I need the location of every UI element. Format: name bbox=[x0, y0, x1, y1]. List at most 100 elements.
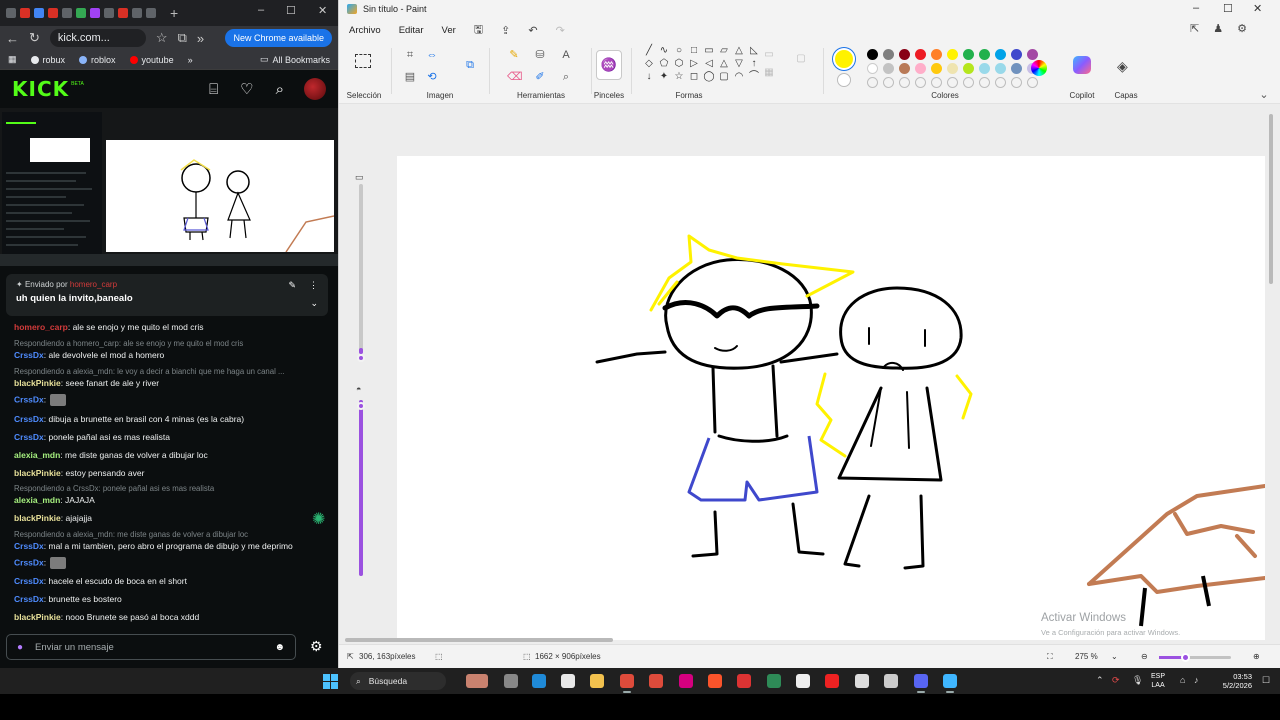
chat-username[interactable]: alexia_mdn bbox=[14, 450, 60, 460]
edge-icon[interactable] bbox=[532, 674, 546, 688]
menu-ver[interactable]: Ver bbox=[442, 25, 456, 36]
color-swatch[interactable] bbox=[915, 49, 926, 60]
crop-icon[interactable]: ⌗ bbox=[403, 48, 417, 62]
reply-context[interactable]: Respondiendo a alexia_mdn: le voy a deci… bbox=[14, 367, 284, 376]
tab-favicon[interactable] bbox=[132, 8, 142, 18]
shape-tool-icon[interactable]: ◠ bbox=[733, 72, 745, 82]
capcut-icon[interactable] bbox=[796, 674, 810, 688]
shape-tool-icon[interactable]: ✦ bbox=[658, 72, 670, 82]
color-swatch[interactable] bbox=[915, 63, 926, 74]
video-controls[interactable] bbox=[0, 254, 338, 266]
extensions-icon[interactable]: ⧉ bbox=[178, 30, 187, 46]
new-tab-icon[interactable]: + bbox=[170, 5, 178, 21]
undo-icon[interactable]: ↶ bbox=[528, 24, 537, 37]
reply-context[interactable]: Respondiendo a alexia_mdn: me diste gana… bbox=[14, 530, 248, 539]
zoom-in-icon[interactable]: ⊕ bbox=[1253, 652, 1260, 661]
tray-overflow-icon[interactable]: ⌃ bbox=[1096, 675, 1104, 686]
chrome-icon[interactable] bbox=[649, 674, 663, 688]
heart-icon[interactable]: ♡ bbox=[240, 80, 253, 98]
pencil-icon[interactable]: ✎ bbox=[507, 48, 521, 62]
minimize-icon[interactable]: – bbox=[1193, 2, 1199, 14]
address-bar[interactable]: kick.com... bbox=[49, 29, 146, 47]
chat-username[interactable]: homero_carp bbox=[14, 322, 68, 332]
color-swatch[interactable] bbox=[963, 63, 974, 74]
image-tools-icon[interactable]: ⧉ bbox=[463, 58, 477, 72]
chat-username[interactable]: CrssDx bbox=[14, 350, 44, 360]
mic-icon[interactable]: ● bbox=[17, 642, 23, 653]
tab-favicon[interactable] bbox=[76, 8, 86, 18]
custom-color-slot[interactable] bbox=[1027, 77, 1038, 88]
chat-username[interactable]: CrssDx bbox=[14, 557, 44, 567]
user-avatar[interactable] bbox=[304, 78, 326, 100]
chat-username[interactable]: blackPinkie bbox=[14, 378, 61, 388]
redo-icon[interactable]: ↷ bbox=[556, 24, 565, 37]
shape-tool-icon[interactable]: ↓ bbox=[643, 72, 655, 82]
custom-color-slot[interactable] bbox=[899, 77, 910, 88]
back-icon[interactable]: ← bbox=[6, 31, 19, 46]
chat-username[interactable]: blackPinkie bbox=[14, 513, 61, 523]
menu-editar[interactable]: Editar bbox=[399, 25, 424, 36]
chat-username[interactable]: CrssDx bbox=[14, 432, 44, 442]
color-picker-icon[interactable]: ✐ bbox=[533, 70, 547, 84]
custom-color-slot[interactable] bbox=[867, 77, 878, 88]
obs-icon[interactable] bbox=[855, 674, 869, 688]
reload-icon[interactable]: ↻ bbox=[29, 30, 40, 46]
color-swatch[interactable] bbox=[1011, 49, 1022, 60]
task-view-icon[interactable] bbox=[504, 674, 518, 688]
shape-tool-icon[interactable]: ⌒ bbox=[748, 72, 760, 82]
shape-tool-icon[interactable]: ◺ bbox=[748, 46, 760, 56]
custom-color-slot[interactable] bbox=[1011, 77, 1022, 88]
chat-username[interactable]: CrssDx bbox=[14, 394, 44, 404]
chrome-icon[interactable] bbox=[620, 674, 634, 688]
shape-tool-icon[interactable]: ∿ bbox=[658, 46, 670, 56]
network-icon[interactable]: ⌂ bbox=[1180, 675, 1185, 685]
tab-favicon[interactable] bbox=[90, 8, 100, 18]
primary-color[interactable] bbox=[835, 50, 853, 68]
menu-archivo[interactable]: Archivo bbox=[349, 25, 381, 36]
tab-favicon[interactable] bbox=[48, 8, 58, 18]
maximize-icon[interactable]: ☐ bbox=[1223, 2, 1233, 15]
tab-menu-icon[interactable] bbox=[6, 8, 16, 18]
fit-window-icon[interactable]: ⛶ bbox=[1047, 652, 1053, 662]
color-swatch[interactable] bbox=[1027, 49, 1038, 60]
bookmark-item[interactable]: roblox bbox=[79, 55, 116, 65]
tab-favicon[interactable] bbox=[146, 8, 156, 18]
shape-tool-icon[interactable]: ◇ bbox=[643, 59, 655, 69]
color-swatch[interactable] bbox=[947, 63, 958, 74]
color-swatch[interactable] bbox=[963, 49, 974, 60]
chat-username[interactable]: CrssDx bbox=[14, 541, 44, 551]
account-icon[interactable]: ♟ bbox=[1213, 22, 1223, 35]
horizontal-scrollbar[interactable] bbox=[345, 638, 613, 642]
color-swatch[interactable] bbox=[1011, 63, 1022, 74]
color-swatch[interactable] bbox=[947, 49, 958, 60]
selection-icon[interactable] bbox=[355, 54, 371, 68]
gear-icon[interactable]: ⚙ bbox=[310, 638, 323, 655]
eraser-icon[interactable]: ⌫ bbox=[507, 70, 523, 84]
store-icon[interactable] bbox=[561, 674, 575, 688]
custom-color-slot[interactable] bbox=[947, 77, 958, 88]
chat-username[interactable]: CrssDx bbox=[14, 594, 44, 604]
chat-username[interactable]: blackPinkie bbox=[14, 612, 61, 622]
more-extensions-icon[interactable]: » bbox=[197, 31, 204, 46]
opera-icon[interactable] bbox=[679, 674, 693, 688]
color-swatch[interactable] bbox=[867, 63, 878, 74]
brush-size-slider[interactable] bbox=[359, 184, 363, 354]
zoom-dropdown-icon[interactable]: ⌄ bbox=[1111, 652, 1118, 661]
magnifier-icon[interactable]: ⌕ bbox=[559, 70, 573, 84]
tab-favicon[interactable] bbox=[20, 8, 30, 18]
custom-color-slot[interactable] bbox=[931, 77, 942, 88]
chat-username[interactable]: alexia_mdn bbox=[14, 495, 60, 505]
shape-tool-icon[interactable]: ◯ bbox=[703, 72, 715, 82]
share-project-icon[interactable]: ⇱ bbox=[1190, 22, 1199, 35]
color-swatch[interactable] bbox=[995, 63, 1006, 74]
color-swatch[interactable] bbox=[979, 49, 990, 60]
color-swatch[interactable] bbox=[979, 63, 990, 74]
tab-favicon[interactable] bbox=[118, 8, 128, 18]
tab-favicon[interactable] bbox=[62, 8, 72, 18]
shape-tool-icon[interactable]: ▷ bbox=[688, 59, 700, 69]
emote-picker-icon[interactable]: ☻ bbox=[274, 642, 285, 653]
clock[interactable]: 03:53 5/2/2026 bbox=[1216, 672, 1252, 690]
pin-icon[interactable]: ✎ bbox=[288, 280, 296, 291]
custom-color-slot[interactable] bbox=[979, 77, 990, 88]
drawing-canvas[interactable]: Activar Windows Ve a Configuración para … bbox=[397, 156, 1265, 640]
